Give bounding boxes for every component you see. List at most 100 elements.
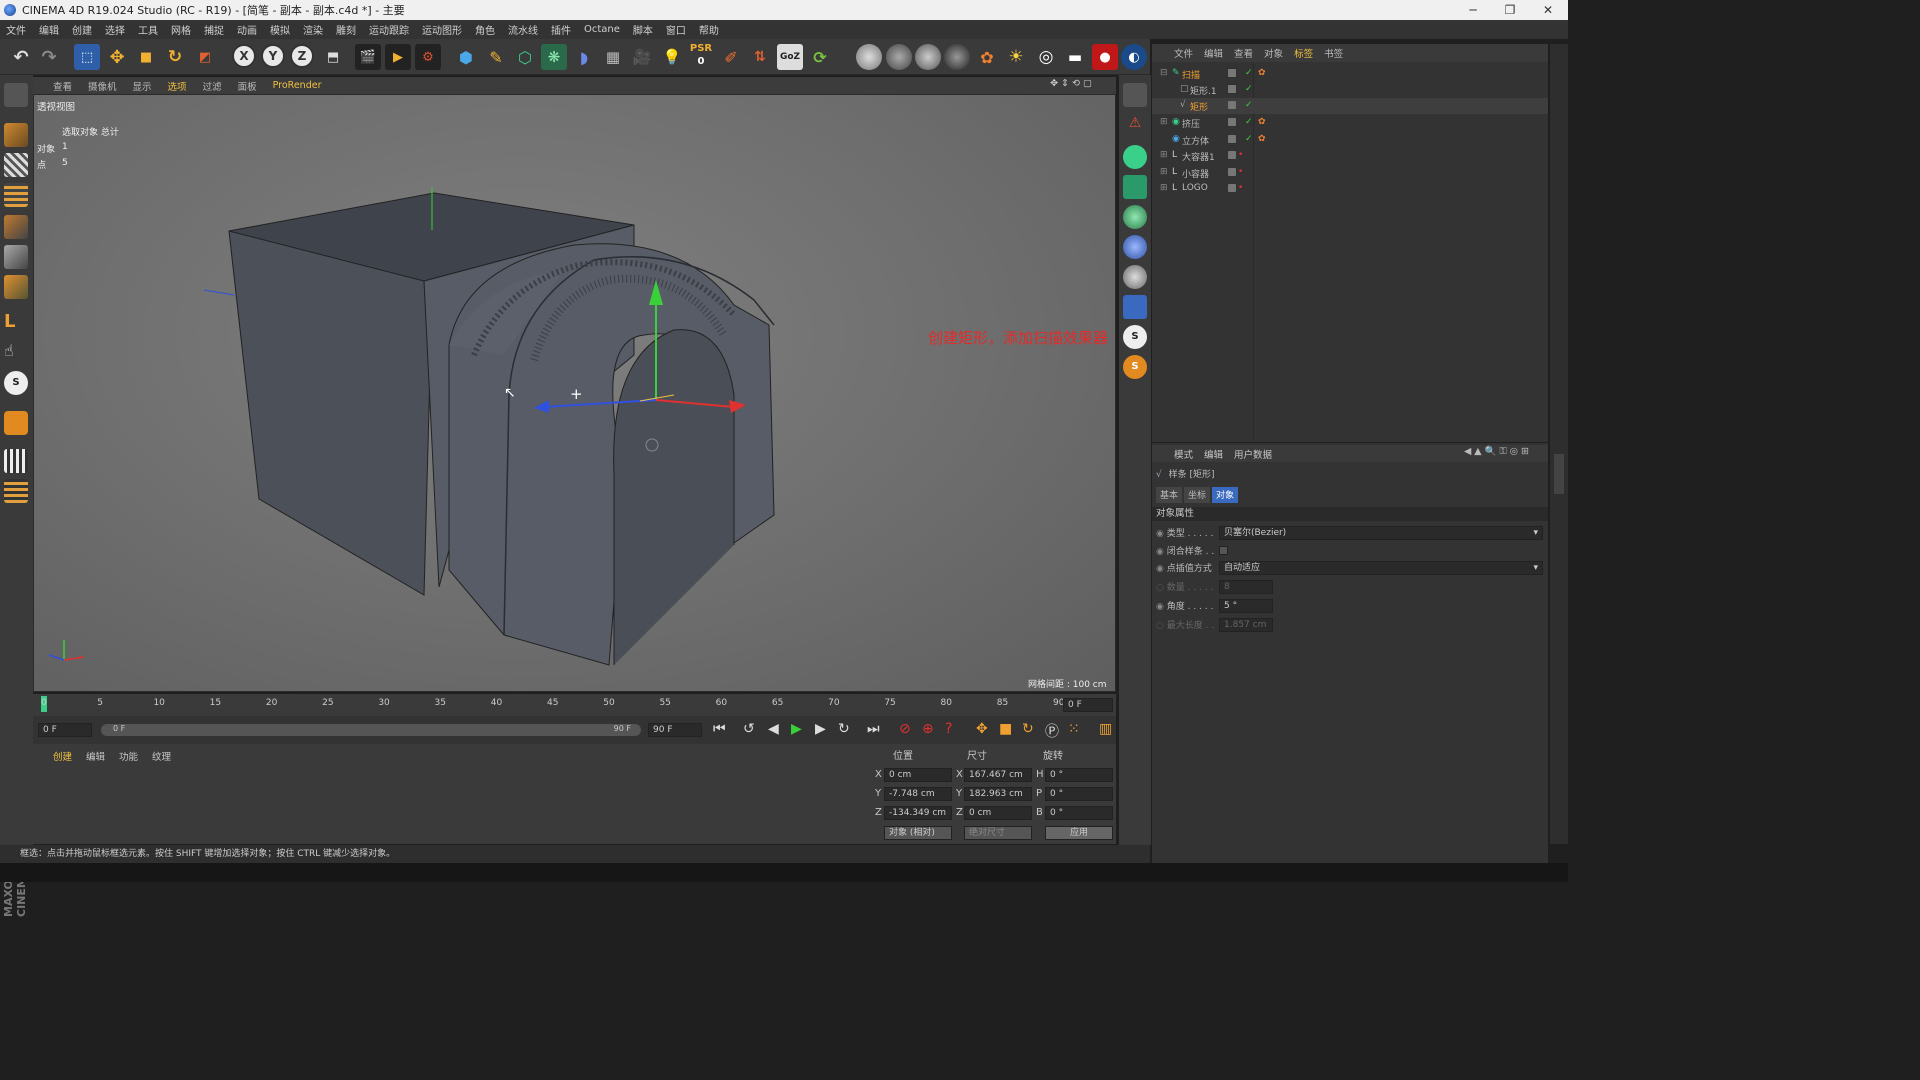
undo-icon[interactable]: ↶ xyxy=(8,44,34,70)
rot-p-field[interactable]: 0 ° xyxy=(1045,787,1113,801)
layer-manager-icon[interactable] xyxy=(1123,83,1147,107)
interpolation-select[interactable]: 自动适应 ▾ xyxy=(1219,561,1543,575)
start-frame-field[interactable]: 0 F xyxy=(38,723,92,737)
redo-icon[interactable]: ↷ xyxy=(36,44,62,70)
prev-frame-icon[interactable]: ◀ xyxy=(768,721,779,737)
live-viewer-icon[interactable]: ● xyxy=(1092,44,1118,70)
expand-icon[interactable]: ⊞ xyxy=(1160,167,1168,177)
key-position-icon[interactable]: ✥ xyxy=(976,721,988,737)
mat-menu-edit[interactable]: 编辑 xyxy=(86,749,105,763)
pos-y-field[interactable]: -7.748 cm xyxy=(884,787,952,801)
floor-icon[interactable]: ▦ xyxy=(600,44,626,70)
closed-spline-checkbox[interactable] xyxy=(1219,546,1228,555)
close-button[interactable]: ✕ xyxy=(1530,0,1566,20)
menu-render[interactable]: 渲染 xyxy=(303,22,323,37)
key-rotation-icon[interactable]: ↻ xyxy=(1022,721,1034,737)
current-frame-field[interactable]: 0 F xyxy=(1063,698,1113,712)
move-tool-icon[interactable]: ✥ xyxy=(104,44,130,70)
menu-window[interactable]: 窗口 xyxy=(666,22,686,37)
minimize-button[interactable]: ─ xyxy=(1455,0,1491,20)
viewport-menu-options[interactable]: 选项 xyxy=(168,79,187,93)
menu-plugins[interactable]: 插件 xyxy=(551,22,571,37)
grid-snap-icon[interactable] xyxy=(4,449,28,473)
camera-icon[interactable]: 🎥 xyxy=(629,44,655,70)
radio-icon[interactable]: ◉ xyxy=(1156,602,1164,612)
x-axis-lock-button[interactable]: X xyxy=(232,44,256,68)
size-y-field[interactable]: 182.963 cm xyxy=(964,787,1032,801)
enabled-check-icon[interactable]: ✓ xyxy=(1245,100,1253,110)
menu-edit[interactable]: 编辑 xyxy=(39,22,59,37)
menu-tools[interactable]: 工具 xyxy=(138,22,158,37)
viewport-menu-view[interactable]: 查看 xyxy=(53,79,72,93)
pos-x-field[interactable]: 0 cm xyxy=(884,768,952,782)
tweak-mode-icon[interactable]: ☝ xyxy=(4,341,28,365)
object-row[interactable]: ⊞ L 小容器 • xyxy=(1152,165,1548,181)
viewport-menu-panel[interactable]: 面板 xyxy=(238,79,257,93)
sun-light-icon[interactable]: ☀ xyxy=(1003,44,1029,70)
om-menu-tags[interactable]: 标签 xyxy=(1294,46,1313,60)
viewport-menu-prorender[interactable]: ProRender xyxy=(273,80,322,91)
enabled-check-icon[interactable]: ✓ xyxy=(1245,84,1253,94)
key-scale-icon[interactable]: ■ xyxy=(999,721,1012,737)
light-icon[interactable]: 💡 xyxy=(659,44,685,70)
sync-icon[interactable]: ⟳ xyxy=(807,44,833,70)
polygons-mode-icon[interactable] xyxy=(4,275,28,299)
menu-simulate[interactable]: 模拟 xyxy=(270,22,290,37)
visibility-toggle[interactable] xyxy=(1228,168,1236,176)
menu-snap[interactable]: 捕捉 xyxy=(204,22,224,37)
prev-key-icon[interactable]: ↺ xyxy=(743,721,755,737)
select-tool-icon[interactable]: ⬚ xyxy=(74,44,100,70)
object-row[interactable]: ◉ 立方体 ✓ ✿ xyxy=(1152,132,1548,148)
om-menu-view[interactable]: 查看 xyxy=(1234,46,1253,60)
octane-object-icon[interactable]: ✿ xyxy=(974,44,1000,70)
range-slider[interactable]: 0 F 90 F xyxy=(101,724,641,736)
radio-icon[interactable]: ◉ xyxy=(1156,547,1164,557)
visibility-toggle[interactable] xyxy=(1228,69,1236,77)
angle-field[interactable]: 5 ° xyxy=(1219,599,1273,613)
particle-icon[interactable] xyxy=(1123,265,1147,289)
viewport-menu-filter[interactable]: 过滤 xyxy=(203,79,222,93)
tab-object[interactable]: 对象 xyxy=(1212,487,1239,503)
visibility-toggle[interactable] xyxy=(1228,118,1236,126)
snap-icon[interactable]: S xyxy=(4,371,28,395)
visibility-toggle[interactable] xyxy=(1228,184,1236,192)
magnet-icon[interactable] xyxy=(4,411,28,435)
render-view-icon[interactable]: 🎬 xyxy=(355,44,381,70)
am-menu-edit[interactable]: 编辑 xyxy=(1204,447,1223,461)
apply-button[interactable]: 应用 xyxy=(1045,826,1113,840)
timeline-window-icon[interactable]: ▥ xyxy=(1099,721,1112,737)
next-frame-icon[interactable]: ▶ xyxy=(815,721,826,737)
key-parameter-icon[interactable]: Ⓟ xyxy=(1045,721,1059,741)
tag-icon[interactable]: ✿ xyxy=(1258,134,1266,144)
disabled-icon[interactable]: • xyxy=(1238,150,1243,160)
render-settings-icon[interactable]: ⚙ xyxy=(415,44,441,70)
expand-icon[interactable]: ⊞ xyxy=(1160,150,1168,160)
psr-button[interactable]: PSR 0 xyxy=(688,42,714,68)
coord-mode-select[interactable]: 对象 (相对) xyxy=(884,826,952,840)
material-sphere-1-icon[interactable] xyxy=(856,44,882,70)
om-menu-edit[interactable]: 编辑 xyxy=(1204,46,1223,60)
key-pla-icon[interactable]: ⁙ xyxy=(1068,721,1080,737)
viewport-menu-display[interactable]: 显示 xyxy=(133,79,152,93)
next-key-icon[interactable]: ↻ xyxy=(838,721,850,737)
area-light-icon[interactable]: ▬ xyxy=(1062,44,1088,70)
recent-tool-icon[interactable]: ◩ xyxy=(192,44,218,70)
paint-tool-icon[interactable]: ✐ xyxy=(718,44,744,70)
tag-icon[interactable]: ✿ xyxy=(1258,68,1266,78)
viewport-nav-icons[interactable]: ✥ ⇕ ⟲ ▢ xyxy=(1050,78,1092,89)
object-row[interactable]: ⊞ ◉ 挤压 ✓ ✿ xyxy=(1152,115,1548,131)
menu-octane[interactable]: Octane xyxy=(584,24,620,35)
material-sphere-2-icon[interactable] xyxy=(886,44,912,70)
locked-workplane-icon[interactable] xyxy=(4,479,28,503)
tag-icon[interactable]: ✿ xyxy=(1258,117,1266,127)
enabled-check-icon[interactable]: ✓ xyxy=(1245,117,1253,127)
om-menu-objects[interactable]: 对象 xyxy=(1264,46,1283,60)
object-row[interactable]: ▢ 矩形.1 ✓ xyxy=(1152,82,1548,98)
make-editable-icon[interactable] xyxy=(4,83,28,107)
visibility-toggle[interactable] xyxy=(1228,135,1236,143)
link-tool-icon[interactable] xyxy=(1123,145,1147,169)
menu-character[interactable]: 角色 xyxy=(475,22,495,37)
keyframe-selection-icon[interactable]: ? xyxy=(945,721,952,737)
visibility-toggle[interactable] xyxy=(1228,151,1236,159)
material-sphere-3-icon[interactable] xyxy=(915,44,941,70)
